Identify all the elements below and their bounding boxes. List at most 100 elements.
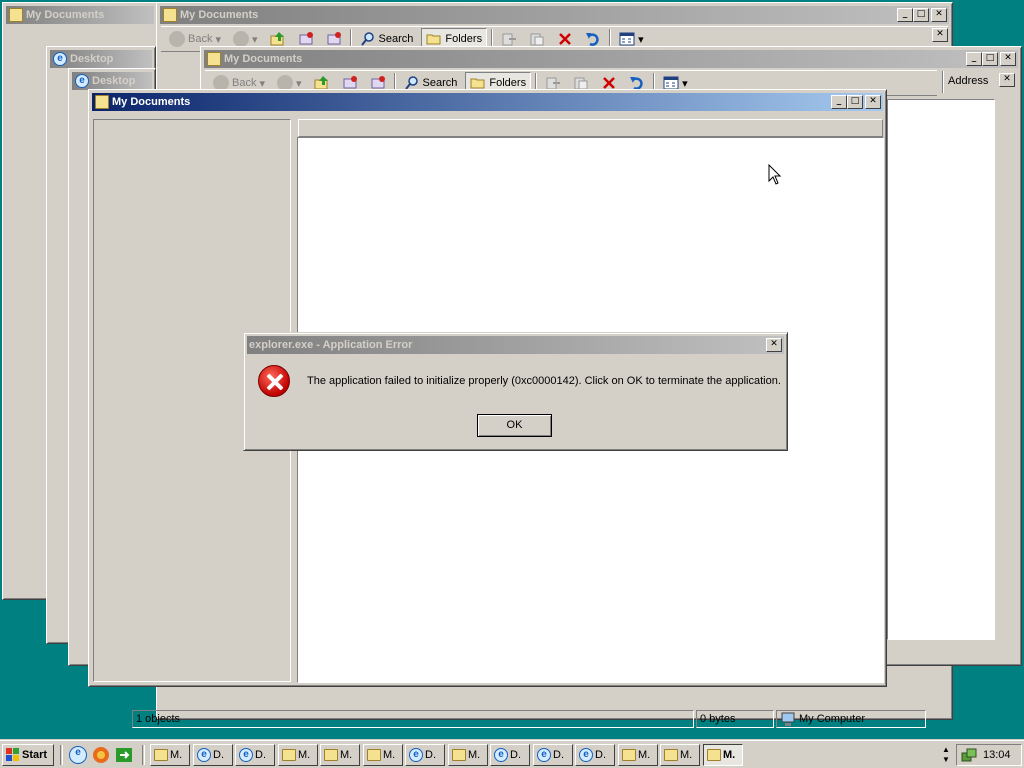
status-zone: My Computer	[776, 710, 926, 728]
forward-arrow-icon	[233, 31, 249, 47]
taskbar-button-label: D.	[510, 749, 521, 761]
folder-icon	[163, 8, 177, 22]
minimize-button[interactable]: _	[831, 95, 847, 109]
taskbar-button[interactable]: e D.	[235, 744, 275, 766]
folders-label: Folders	[445, 33, 483, 45]
taskbar-button[interactable]: M.	[278, 744, 318, 766]
show-desktop-icon[interactable]	[115, 746, 133, 764]
status-size: 0 bytes	[696, 710, 774, 728]
taskbar-button[interactable]: e D.	[490, 744, 530, 766]
ie-icon: e	[409, 748, 423, 762]
folders-label: Folders	[489, 77, 527, 89]
taskbar-button-label: D.	[595, 749, 606, 761]
window-titlebar[interactable]: e Desktop	[72, 72, 152, 90]
windows-logo-icon	[6, 748, 19, 761]
taskbar-button[interactable]: M.	[320, 744, 360, 766]
dialog-close-button[interactable]: ✕	[766, 338, 782, 352]
status-zone-label: My Computer	[799, 713, 866, 725]
folder-icon	[95, 95, 109, 109]
taskbar-button[interactable]: M.	[660, 744, 700, 766]
taskbar-button[interactable]: e D.	[533, 744, 573, 766]
clock[interactable]: 13:04	[983, 749, 1011, 761]
maximize-button[interactable]: □	[913, 8, 929, 22]
delete-icon	[559, 33, 571, 45]
application-error-dialog[interactable]: explorer.exe - Application Error ✕ The a…	[243, 332, 788, 451]
window-titlebar[interactable]: My Documents _ □ ✕	[92, 93, 883, 111]
taskbar-separator	[142, 745, 145, 765]
taskbar-button[interactable]: e D.	[405, 744, 445, 766]
maximize-button[interactable]: □	[847, 95, 863, 109]
close-button[interactable]: ✕	[865, 95, 881, 109]
taskbar-button-label: M.	[383, 749, 396, 761]
taskbar: Start e M. e D. e D. M. M. M. e D. M. e D. e D. e D. M. M.…	[0, 740, 1024, 768]
folder-icon	[9, 8, 23, 22]
close-toolbar-button[interactable]: ✕	[932, 28, 948, 42]
taskbar-button[interactable]: M.	[618, 744, 658, 766]
close-button[interactable]: ✕	[1000, 52, 1016, 66]
minimize-button[interactable]: _	[966, 52, 982, 66]
folder-icon	[324, 749, 338, 761]
window-titlebar[interactable]: My Documents _ □ ✕	[204, 50, 1018, 68]
search-label: Search	[422, 77, 458, 89]
maximize-button[interactable]: □	[982, 52, 998, 66]
taskbar-button-label: M.	[723, 749, 736, 761]
address-bar-label[interactable]: Address	[943, 71, 992, 93]
taskbar-button-label: D.	[213, 749, 224, 761]
taskbar-button[interactable]: M.	[448, 744, 488, 766]
folder-icon	[452, 749, 466, 761]
taskbar-button[interactable]: M.	[150, 744, 190, 766]
network-drive-icon	[299, 32, 313, 45]
mouse-cursor-icon	[768, 164, 782, 185]
folder-icon	[367, 749, 381, 761]
window-title: My Documents	[112, 96, 191, 108]
start-label: Start	[22, 749, 48, 761]
views-icon	[619, 32, 635, 46]
folder-icon	[664, 749, 678, 761]
internet-explorer-icon: e	[75, 74, 89, 88]
up-arrow-icon	[270, 32, 284, 46]
my-computer-icon	[781, 712, 795, 726]
folder-icon	[622, 749, 636, 761]
taskbar-button[interactable]: e D.	[193, 744, 233, 766]
ie-icon: e	[579, 748, 593, 762]
ie-icon: e	[197, 748, 211, 762]
close-toolbar-button[interactable]: ✕	[999, 73, 1015, 87]
taskbar-button[interactable]: M.	[703, 744, 743, 766]
folders-icon	[426, 34, 441, 45]
taskbar-scroll[interactable]: ▲ ▼	[940, 745, 952, 765]
close-button[interactable]: ✕	[931, 8, 947, 22]
copy-to-icon	[530, 33, 544, 46]
start-button[interactable]: Start	[2, 744, 54, 766]
back-arrow-icon	[169, 31, 185, 47]
taskbar-button-label: M.	[638, 749, 651, 761]
internet-explorer-icon[interactable]: e	[69, 746, 87, 764]
window-titlebar[interactable]: My Documents	[6, 6, 154, 24]
window-title: My Documents	[180, 9, 259, 21]
internet-explorer-icon: e	[53, 52, 67, 66]
taskbar-button-label: D.	[425, 749, 436, 761]
firefox-icon[interactable]	[92, 746, 110, 764]
taskbar-button[interactable]: M.	[363, 744, 403, 766]
disconnect-drive-icon	[327, 32, 341, 45]
window-titlebar[interactable]: My Documents _ □ ✕	[160, 6, 949, 24]
network-tray-icon[interactable]	[961, 747, 977, 763]
window-title: My Documents	[224, 53, 303, 65]
ok-button[interactable]: OK	[477, 414, 552, 437]
content-pane[interactable]	[887, 99, 995, 640]
minimize-button[interactable]: _	[897, 8, 913, 22]
taskbar-button-label: D.	[255, 749, 266, 761]
dialog-titlebar[interactable]: explorer.exe - Application Error ✕	[247, 336, 784, 354]
system-tray: 13:04	[956, 744, 1022, 766]
search-icon	[360, 32, 374, 46]
status-object-count: 1 objects	[132, 710, 694, 728]
taskbar-button[interactable]: e D.	[575, 744, 615, 766]
ie-icon: e	[239, 748, 253, 762]
content-header	[298, 119, 883, 137]
folder-icon	[207, 52, 221, 66]
taskbar-button-label: D.	[553, 749, 564, 761]
folder-icon	[707, 749, 721, 761]
error-icon	[258, 365, 290, 397]
window-titlebar[interactable]: e Desktop	[50, 50, 152, 68]
dialog-title: explorer.exe - Application Error	[249, 339, 413, 351]
taskbar-button-label: M.	[298, 749, 311, 761]
